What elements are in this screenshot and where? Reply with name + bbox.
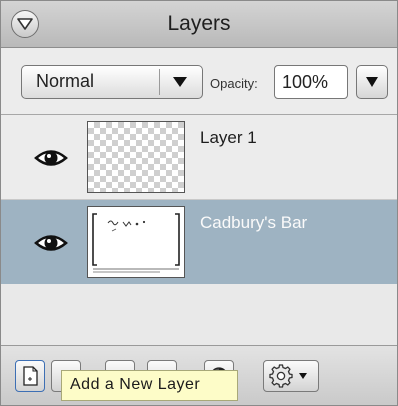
triangle-down-icon — [366, 77, 378, 87]
panel-titlebar: Layers — [1, 1, 397, 48]
layer-name: Cadbury's Bar — [200, 213, 308, 232]
layer-name: Layer 1 — [200, 128, 257, 147]
opacity-dropdown-button[interactable] — [356, 65, 388, 99]
new-layer-icon — [23, 366, 38, 386]
layers-bottom-toolbar: Add a New Layer — [1, 345, 397, 405]
gear-icon — [269, 364, 307, 388]
layer-row-cadburys-bar[interactable]: Cadbury's Bar — [1, 200, 397, 284]
layer-thumbnail — [87, 121, 185, 193]
blend-mode-value: Normal — [36, 71, 95, 91]
eye-icon[interactable] — [34, 148, 68, 168]
blend-mode-divider — [159, 69, 160, 95]
layer-options-button[interactable] — [263, 360, 319, 392]
layer-thumbnail — [87, 206, 185, 278]
new-layer-button[interactable] — [15, 360, 45, 392]
panel-title: Layers — [167, 12, 231, 35]
triangle-down-icon — [173, 77, 187, 87]
opacity-label: Opacity: — [210, 76, 258, 91]
opacity-input[interactable]: 100% — [274, 65, 348, 99]
layers-list: Layer 1 Cadbury's Bar — [1, 115, 397, 345]
document-preview-icon — [92, 213, 180, 273]
layer-row-layer-1[interactable]: Layer 1 — [1, 115, 397, 200]
tooltip: Add a New Layer — [61, 370, 238, 401]
eye-icon[interactable] — [34, 233, 68, 253]
layers-panel: Layers Normal Opacity: 100% Layer 1 Cadb… — [0, 0, 398, 406]
blend-opacity-bar: Normal Opacity: 100% — [1, 48, 397, 115]
blend-mode-select[interactable]: Normal — [21, 65, 203, 99]
